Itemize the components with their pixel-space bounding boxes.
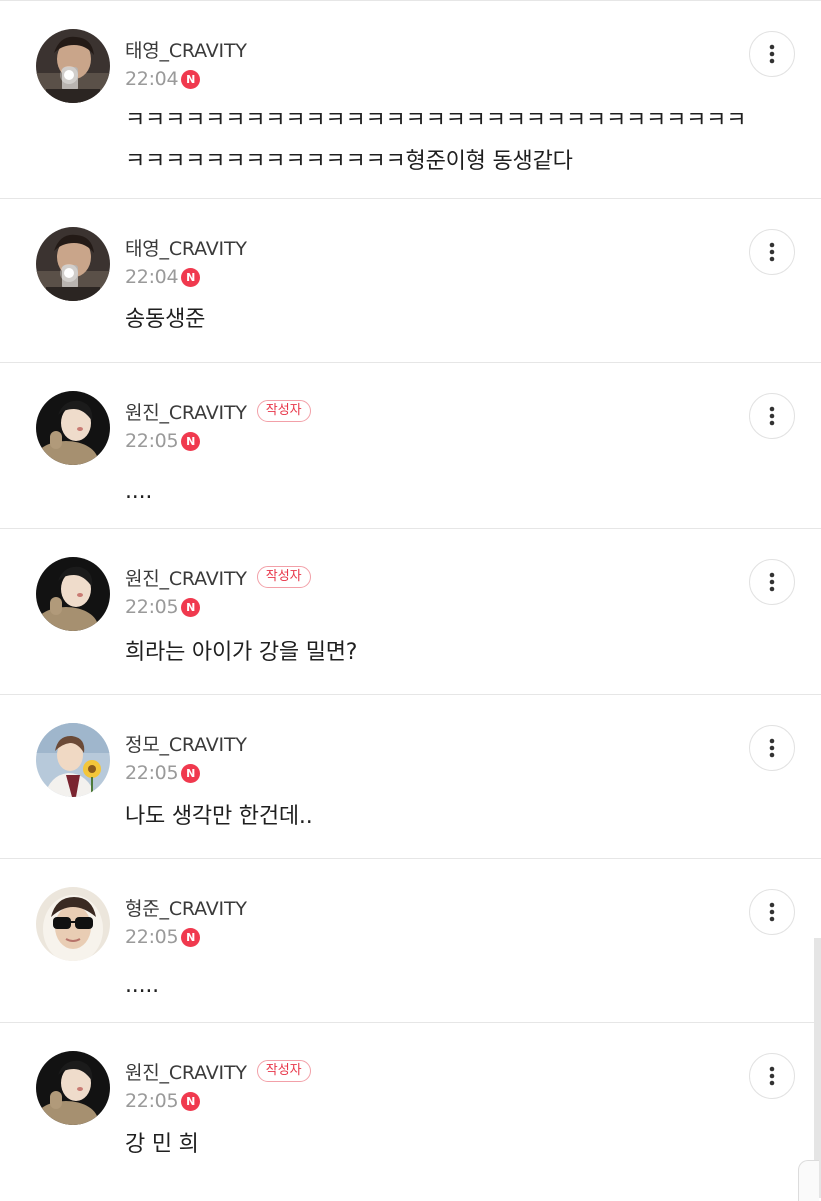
comment-text: ㅋㅋㅋㅋㅋㅋㅋㅋㅋㅋㅋㅋㅋㅋㅋㅋㅋㅋㅋㅋㅋㅋㅋㅋㅋㅋㅋㅋㅋㅋㅋㅋㅋㅋㅋㅋㅋㅋㅋㅋ… bbox=[125, 108, 747, 174]
profile-avatar-icon bbox=[36, 557, 110, 631]
writer-badge: 작성자 bbox=[256, 400, 311, 422]
comment-text: 강 민 희 bbox=[125, 1132, 199, 1157]
avatar[interactable] bbox=[36, 227, 110, 301]
new-badge: N bbox=[181, 927, 201, 947]
profile-avatar-icon bbox=[36, 723, 110, 797]
author-name[interactable]: 태영_CRAVITY bbox=[125, 234, 247, 261]
more-vertical-icon bbox=[769, 242, 775, 262]
comment-meta: 태영_CRAVITY 22:04 N bbox=[125, 234, 247, 290]
new-badge: N bbox=[181, 431, 201, 451]
author-name[interactable]: 원진_CRAVITY bbox=[125, 1058, 247, 1085]
comment-item: 태영_CRAVITY 22:04 N 송동생준 bbox=[0, 198, 821, 362]
comment-meta: 원진_CRAVITY 작성자 22:05 N bbox=[125, 398, 311, 454]
avatar[interactable] bbox=[36, 391, 110, 465]
comment-text: ..... bbox=[125, 973, 159, 998]
writer-badge: 작성자 bbox=[256, 566, 311, 588]
profile-avatar-icon bbox=[36, 887, 110, 961]
more-options-button[interactable] bbox=[749, 725, 795, 771]
author-name[interactable]: 태영_CRAVITY bbox=[125, 36, 247, 63]
profile-avatar-icon bbox=[36, 227, 110, 301]
more-options-button[interactable] bbox=[749, 393, 795, 439]
comment-text: .... bbox=[125, 479, 153, 504]
comment-text: 희라는 아이가 강을 밀면? bbox=[125, 640, 358, 665]
new-badge: N bbox=[181, 597, 201, 617]
comment-item: 원진_CRAVITY 작성자 22:05 N .... bbox=[0, 362, 821, 528]
more-vertical-icon bbox=[769, 572, 775, 592]
more-options-button[interactable] bbox=[749, 229, 795, 275]
comment-time: 22:04 bbox=[125, 266, 179, 288]
comment-meta: 정모_CRAVITY 22:05 N bbox=[125, 730, 247, 786]
avatar[interactable] bbox=[36, 887, 110, 961]
author-name[interactable]: 원진_CRAVITY bbox=[125, 564, 247, 591]
comment-time: 22:05 bbox=[125, 430, 179, 452]
more-vertical-icon bbox=[769, 406, 775, 426]
more-vertical-icon bbox=[769, 44, 775, 64]
avatar[interactable] bbox=[36, 557, 110, 631]
profile-avatar-icon bbox=[36, 1051, 110, 1125]
new-badge: N bbox=[181, 267, 201, 287]
comment-meta: 형준_CRAVITY 22:05 N bbox=[125, 894, 247, 950]
comment-item: 형준_CRAVITY 22:05 N ..... bbox=[0, 858, 821, 1022]
comment-time: 22:05 bbox=[125, 596, 179, 618]
profile-avatar-icon bbox=[36, 29, 110, 103]
writer-badge: 작성자 bbox=[256, 1060, 311, 1082]
comment-text: 송동생준 bbox=[125, 307, 206, 332]
comment-time: 22:05 bbox=[125, 926, 179, 948]
author-name[interactable]: 원진_CRAVITY bbox=[125, 398, 247, 425]
comment-item: 원진_CRAVITY 작성자 22:05 N 강 민 희 bbox=[0, 1022, 821, 1200]
author-name[interactable]: 정모_CRAVITY bbox=[125, 730, 247, 757]
avatar[interactable] bbox=[36, 723, 110, 797]
more-options-button[interactable] bbox=[749, 31, 795, 77]
scrollbar[interactable] bbox=[814, 938, 821, 1198]
author-name[interactable]: 형준_CRAVITY bbox=[125, 894, 247, 921]
more-options-button[interactable] bbox=[749, 559, 795, 605]
avatar[interactable] bbox=[36, 1051, 110, 1125]
more-vertical-icon bbox=[769, 1066, 775, 1086]
floating-edge-tab[interactable] bbox=[798, 1160, 819, 1201]
comment-time: 22:04 bbox=[125, 68, 179, 90]
new-badge: N bbox=[181, 763, 201, 783]
new-badge: N bbox=[181, 1091, 201, 1111]
new-badge: N bbox=[181, 69, 201, 89]
more-options-button[interactable] bbox=[749, 1053, 795, 1099]
comment-item: 태영_CRAVITY 22:04 N ㅋㅋㅋㅋㅋㅋㅋㅋㅋㅋㅋㅋㅋㅋㅋㅋㅋㅋㅋㅋㅋ… bbox=[0, 0, 821, 198]
comment-item: 정모_CRAVITY 22:05 N 나도 생각만 한건데.. bbox=[0, 694, 821, 858]
comment-meta: 원진_CRAVITY 작성자 22:05 N bbox=[125, 1058, 311, 1114]
avatar[interactable] bbox=[36, 29, 110, 103]
comment-text: 나도 생각만 한건데.. bbox=[125, 804, 313, 829]
comment-time: 22:05 bbox=[125, 1090, 179, 1112]
comment-time: 22:05 bbox=[125, 762, 179, 784]
more-options-button[interactable] bbox=[749, 889, 795, 935]
more-vertical-icon bbox=[769, 738, 775, 758]
profile-avatar-icon bbox=[36, 391, 110, 465]
comment-meta: 태영_CRAVITY 22:04 N bbox=[125, 36, 247, 92]
more-vertical-icon bbox=[769, 902, 775, 922]
comment-meta: 원진_CRAVITY 작성자 22:05 N bbox=[125, 564, 311, 620]
comment-item: 원진_CRAVITY 작성자 22:05 N 희라는 아이가 강을 밀면? bbox=[0, 528, 821, 694]
